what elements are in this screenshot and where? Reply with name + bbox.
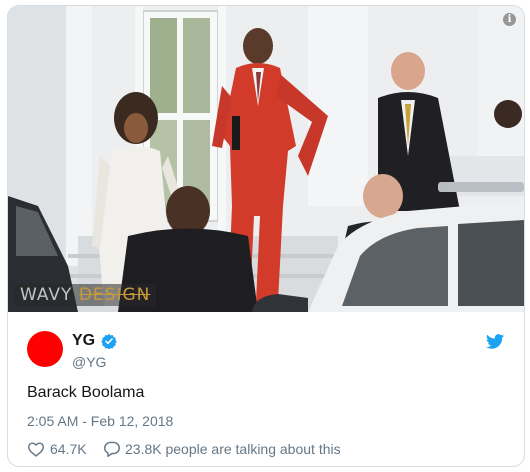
like-count: 64.7K	[50, 441, 87, 457]
photo-watermark: WAVY DESIGN	[14, 284, 157, 306]
tweet-text: Barack Boolama	[27, 384, 145, 401]
verified-badge-icon	[101, 334, 117, 349]
author-handle[interactable]: @YG	[72, 354, 106, 370]
heart-icon	[27, 442, 45, 457]
embedded-tweet-card: i WAVY DESIGN YG @YG Barack Boolama 2:05…	[7, 5, 525, 467]
watermark-text-part2: DESIGN	[78, 285, 151, 305]
twitter-bird-icon[interactable]	[486, 334, 504, 349]
comment-bubble-icon	[103, 441, 120, 457]
tweet-body: YG @YG Barack Boolama 2:05 AM - Feb 12, …	[8, 312, 524, 466]
info-icon[interactable]: i	[503, 13, 516, 26]
talking-count: 23.8K people are talking about this	[125, 441, 341, 457]
avatar[interactable]	[27, 331, 63, 367]
tweet-timestamp[interactable]: 2:05 AM - Feb 12, 2018	[27, 413, 173, 429]
author-name[interactable]: YG	[72, 332, 95, 350]
watermark-text-part1: WAVY	[20, 285, 73, 305]
photo-illustration	[8, 6, 524, 312]
tweet-photo[interactable]: i WAVY DESIGN	[8, 6, 524, 312]
